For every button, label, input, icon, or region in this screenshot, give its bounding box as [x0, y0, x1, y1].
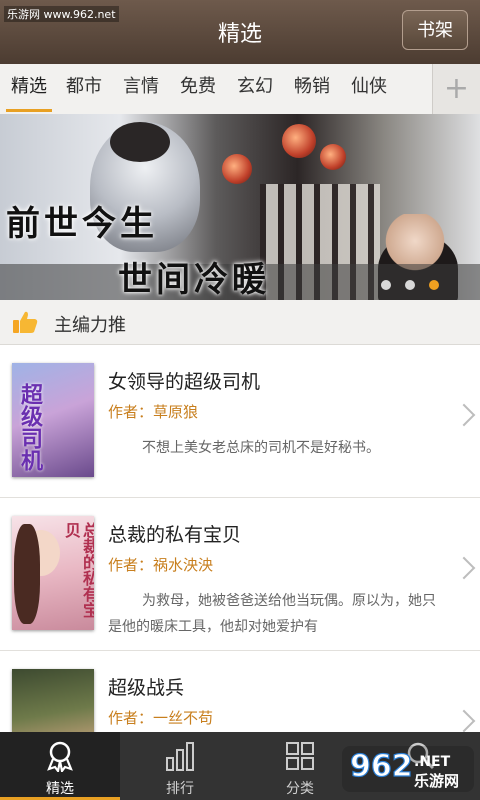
nav-label: 排行 [166, 781, 194, 797]
logo-text: 962 [350, 749, 413, 784]
tab-fantasy[interactable]: 玄幻 [230, 64, 280, 114]
book-title: 总裁的私有宝贝 [108, 524, 242, 546]
thumbs-up-icon [13, 311, 38, 333]
tab-romance[interactable]: 言情 [116, 64, 166, 114]
book-author: 作者：草原狼 [108, 403, 199, 421]
tab-featured[interactable]: 精选 [4, 64, 54, 114]
book-description: 不想上美女老总床的司机不是好秘书。 [142, 440, 380, 456]
banner-caption-1: 前世今生 [6, 204, 158, 244]
book-author: 作者：一丝不苟 [108, 709, 214, 727]
book-cover: 超级司机 [12, 363, 94, 477]
book-author: 作者：祸水泱泱 [108, 556, 214, 574]
banner-dot[interactable] [381, 280, 391, 290]
nav-featured[interactable]: 精选 [0, 732, 120, 800]
banner-dot[interactable] [405, 280, 415, 290]
chevron-right-icon [452, 556, 476, 580]
bar-chart-icon [166, 742, 194, 771]
site-logo: 962 .NET 乐游网 [342, 746, 474, 792]
book-item[interactable]: 超级司机 女领导的超级司机 作者：草原狼 不想上美女老总床的司机不是好秘书。 [0, 345, 480, 498]
nav-label: 精选 [46, 781, 74, 797]
lantern-icon [222, 154, 252, 184]
book-item[interactable]: 总裁的私有宝贝 总裁的私有宝贝 作者：祸水泱泱 为救母，她被爸爸送给他当玩偶。原… [0, 498, 480, 651]
site-watermark: 乐游网 www.962.net [4, 6, 119, 22]
bookshelf-button[interactable]: 书架 [402, 10, 468, 50]
add-tab-button[interactable]: + [432, 64, 480, 114]
section-editor-picks: 主编力推 [0, 300, 480, 345]
grid-icon [286, 742, 314, 770]
cover-hair [14, 524, 40, 624]
banner-caption-2: 世间冷暖 [118, 260, 270, 300]
lantern-icon [282, 124, 316, 158]
section-title: 主编力推 [54, 315, 126, 336]
banner-dot-active[interactable] [429, 280, 439, 290]
logo-sub: .NET [414, 754, 451, 770]
cover-title: 超级司机 [17, 383, 43, 471]
tab-xianxia[interactable]: 仙侠 [344, 64, 394, 114]
logo-cn: 乐游网 [414, 772, 459, 790]
tab-free[interactable]: 免费 [173, 64, 223, 114]
lantern-icon [320, 144, 346, 170]
book-description: 为救母，她被爸爸送给他当玩偶。原以为，她只是他的暖床工具，他却对她爱护有 [108, 593, 436, 635]
book-cover: 总裁的私有宝贝 [12, 516, 94, 630]
book-item[interactable]: 超级战兵 作者：一丝不苟 [0, 651, 480, 732]
banner-figure-hair [110, 122, 170, 162]
tab-urban[interactable]: 都市 [59, 64, 109, 114]
chevron-right-icon [452, 403, 476, 427]
book-title: 女领导的超级司机 [108, 371, 261, 393]
chevron-right-icon [452, 709, 476, 732]
tab-bestseller[interactable]: 畅销 [287, 64, 337, 114]
nav-ranking[interactable]: 排行 [120, 732, 240, 800]
cover-title: 总裁的私有宝贝 [62, 522, 94, 618]
ribbon-badge-icon [47, 741, 73, 772]
book-cover [12, 669, 94, 732]
category-tabs: 精选 都市 言情 免费 玄幻 畅销 仙侠 [0, 64, 480, 115]
book-title: 超级战兵 [108, 677, 185, 699]
